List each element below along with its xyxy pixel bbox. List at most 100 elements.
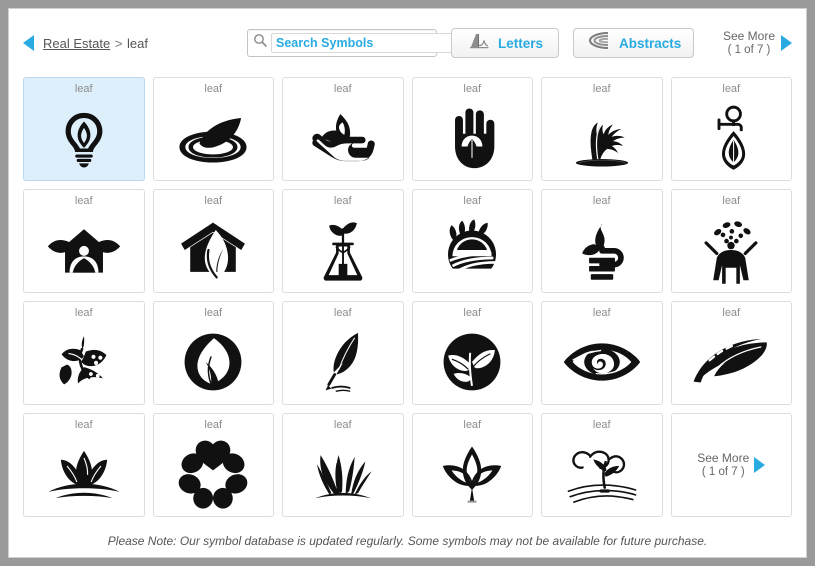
see-more-grid-inner: See More( 1 of 7 ) (697, 414, 766, 516)
window-content: Real Estate > leaf Search Symbols Letter… (8, 8, 807, 558)
footer-note: Please Note: Our symbol database is upda… (107, 534, 708, 548)
olive-tree-icon (542, 95, 662, 180)
symbol-cell-label: leaf (463, 83, 482, 95)
house-leaf-roof-icon (154, 207, 274, 292)
grass-tuft-icon (283, 431, 403, 516)
search-icon (253, 33, 268, 53)
symbol-cell-label: leaf (333, 307, 352, 319)
symbol-cell[interactable]: leaf (152, 413, 274, 517)
abstracts-button-label: Abstracts (619, 35, 682, 51)
symbol-cell[interactable]: leaf (411, 77, 533, 181)
forward-triangle-icon[interactable] (781, 35, 792, 51)
leaf-books-stack-icon (542, 207, 662, 292)
symbol-cell-label: leaf (204, 83, 223, 95)
symbol-cell-label: leaf (333, 419, 352, 431)
sprout-water-lines-icon (542, 431, 662, 516)
symbol-cell-label: leaf (74, 83, 93, 95)
search-box[interactable] (247, 29, 455, 57)
circle-field-leaves-icon (413, 207, 533, 292)
symbol-cell-label: leaf (204, 195, 223, 207)
see-more-top-button[interactable]: See More ( 1 of 7 ) (723, 29, 792, 57)
symbol-cell[interactable]: leaf (541, 77, 663, 181)
leaf-swoosh-road-icon (672, 319, 792, 404)
see-more-grid-text: See More( 1 of 7 ) (697, 451, 749, 479)
symbol-cell[interactable]: leaf (152, 189, 274, 293)
symbol-cell[interactable]: leaf (670, 77, 792, 181)
symbol-cell[interactable]: leaf (23, 77, 145, 181)
butterfly-leaf-brush-icon (24, 319, 144, 404)
symbol-cell[interactable]: leaf (411, 301, 533, 405)
symbol-cell-label: leaf (463, 419, 482, 431)
abstracts-category-button[interactable]: Abstracts (573, 28, 695, 58)
open-palm-leaf-icon (413, 95, 533, 180)
symbol-cell-label: leaf (463, 307, 482, 319)
hand-holding-leaf-icon (283, 95, 403, 180)
symbol-cell[interactable]: leaf (282, 301, 404, 405)
see-more-top-text: See More ( 1 of 7 ) (723, 29, 775, 57)
symbol-cell[interactable]: leaf (411, 413, 533, 517)
lightbulb-leaf-icon (24, 95, 144, 180)
symbol-cell-label: leaf (722, 307, 741, 319)
symbol-cell[interactable]: leaf (23, 189, 145, 293)
forward-triangle-icon[interactable] (754, 457, 766, 473)
symbol-cell[interactable]: leaf (282, 77, 404, 181)
letters-button-label: Letters (497, 35, 543, 51)
breadcrumb-area: Real Estate > leaf (23, 35, 233, 51)
lotus-sunrise-icon (24, 431, 144, 516)
symbol-cell-label: leaf (722, 195, 741, 207)
letters-glyph-icon (467, 31, 491, 55)
letters-category-button[interactable]: Letters (451, 28, 559, 58)
back-triangle-icon[interactable] (23, 35, 34, 51)
symbol-cell-label: leaf (592, 419, 611, 431)
see-more-grid-count: ( 1 of 7 ) (701, 466, 745, 478)
abstracts-arcs-icon (586, 31, 612, 55)
flower-petals-heart-icon (154, 431, 274, 516)
faucet-leaf-drop-icon (672, 95, 792, 180)
see-more-grid-button[interactable]: See More( 1 of 7 ) (670, 413, 792, 517)
symbol-cell[interactable]: leaf (670, 301, 792, 405)
symbol-cell[interactable]: leaf (152, 301, 274, 405)
symbol-cell-label: leaf (204, 419, 223, 431)
sprout-flask-icon (283, 207, 403, 292)
symbol-cell[interactable]: leaf (152, 77, 274, 181)
symbol-cell[interactable]: leaf (23, 301, 145, 405)
symbol-cell-label: leaf (722, 83, 741, 95)
symbol-cell-label: leaf (74, 419, 93, 431)
symbol-cell-label: leaf (592, 83, 611, 95)
circle-two-leaves-icon (413, 319, 533, 404)
breadcrumb-current: leaf (127, 35, 149, 51)
symbol-cell[interactable]: leaf (541, 189, 663, 293)
leaf-ripple-water-icon (154, 95, 274, 180)
feather-quill-icon (283, 319, 403, 404)
symbol-cell-label: leaf (333, 195, 352, 207)
see-more-top-label: See More (722, 29, 775, 43)
symbol-cell[interactable]: leaf (23, 413, 145, 517)
search-input[interactable] (271, 33, 455, 53)
symbol-cell-label: leaf (333, 83, 352, 95)
symbol-cell[interactable]: leaf (541, 413, 663, 517)
breadcrumb-parent-link[interactable]: Real Estate (43, 36, 110, 51)
circle-leaf-negative-icon (154, 319, 274, 404)
symbol-cell[interactable]: leaf (670, 189, 792, 293)
symbol-cell[interactable]: leaf (282, 189, 404, 293)
symbol-cell-label: leaf (74, 195, 93, 207)
symbol-cell[interactable]: leaf (541, 301, 663, 405)
see-more-top-count: ( 1 of 7 ) (727, 44, 771, 56)
house-leaves-person-icon (24, 207, 144, 292)
eye-leaf-icon (542, 319, 662, 404)
application-window: Real Estate > leaf Search Symbols Letter… (0, 0, 815, 566)
person-tree-dots-icon (672, 207, 792, 292)
breadcrumb-separator: > (114, 35, 123, 51)
see-more-grid-label: See More (697, 451, 750, 465)
symbol-grid: leaf leaf leaf leaf leaf leaf leaf leaf … (9, 77, 806, 517)
symbol-cell-label: leaf (592, 307, 611, 319)
symbol-cell-label: leaf (74, 307, 93, 319)
breadcrumb: Real Estate > leaf (43, 36, 148, 51)
symbol-cell[interactable]: leaf (411, 189, 533, 293)
symbol-cell-label: leaf (463, 195, 482, 207)
symbol-cell[interactable]: leaf (282, 413, 404, 517)
symbol-cell-label: leaf (592, 195, 611, 207)
toolbar: Real Estate > leaf Search Symbols Letter… (9, 9, 806, 77)
three-petal-outline-icon (413, 431, 533, 516)
symbol-cell-label: leaf (204, 307, 223, 319)
